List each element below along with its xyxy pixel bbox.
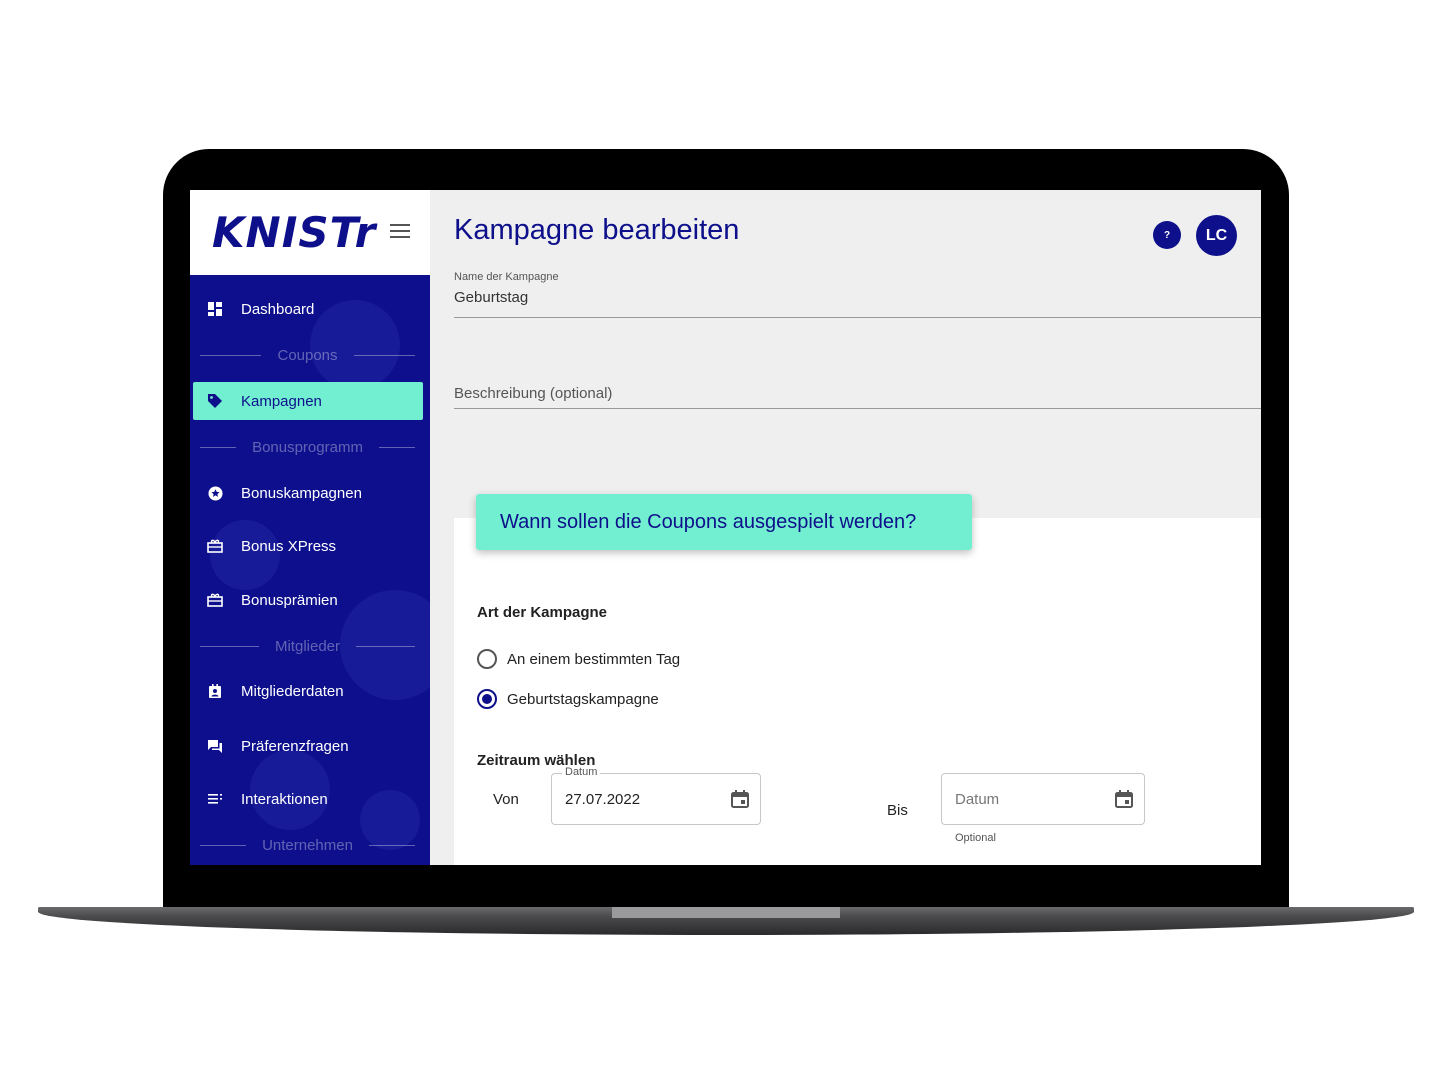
star-circle-icon [207, 485, 223, 501]
sidebar-item-praeferenzfragen[interactable]: Präferenzfragen [193, 727, 423, 765]
help-button[interactable]: ? [1153, 221, 1181, 249]
knistr-logo[interactable]: KNISTr [212, 208, 376, 257]
sidebar-section-mitglieder: Mitglieder [200, 636, 415, 656]
sidebar-section-coupons: Coupons [200, 345, 416, 365]
description-field[interactable]: Beschreibung (optional) [454, 385, 1261, 409]
sidebar-item-kampagnen[interactable]: Kampagnen [193, 382, 423, 420]
calendar-icon[interactable] [730, 789, 750, 809]
sidebar-section-label: Bonusprogramm [252, 438, 363, 456]
hamburger-menu-icon[interactable] [390, 224, 410, 240]
dashboard-icon [207, 301, 223, 317]
sidebar-item-label: Bonusprämien [241, 591, 338, 609]
sidebar-item-bonuspraemien[interactable]: Bonusprämien [193, 581, 423, 619]
sidebar-item-label: Interaktionen [241, 790, 328, 808]
from-date-input[interactable]: Datum 27.07.2022 [551, 766, 761, 825]
gift-card-icon [207, 538, 223, 554]
sidebar-section-label: Coupons [277, 346, 338, 364]
sidebar-item-label: Dashboard [241, 300, 315, 318]
sidebar-item-label: Bonuskampagnen [241, 484, 362, 502]
radio-label: Geburtstagskampagne [507, 690, 659, 708]
radio-unchecked-icon [477, 649, 497, 669]
sidebar-item-label: Mitgliederdaten [241, 682, 344, 700]
campaign-type-title: Art der Kampagne [477, 604, 608, 621]
from-date-label: Datum [562, 766, 601, 778]
chat-bubbles-icon [207, 738, 223, 754]
sidebar-item-label: Bonus XPress [241, 537, 337, 555]
sidebar-item-bonus-xpress[interactable]: Bonus XPress [193, 527, 423, 565]
sidebar-section-label: Mitglieder [274, 637, 341, 655]
tag-icon [207, 393, 223, 409]
campaign-name-field[interactable]: Name der Kampagne Geburtstag [454, 271, 1261, 318]
sidebar-section-bonusprogramm: Bonusprogramm [200, 437, 416, 457]
screen: KNISTr Dashboard Coupons Kampagnen Bonus… [190, 190, 1261, 865]
sidebar-item-dashboard[interactable]: Dashboard [193, 290, 423, 328]
brand-header: KNISTr [190, 190, 430, 275]
sidebar-section-label: Unternehmen [262, 836, 353, 854]
member-badge-icon [207, 683, 223, 699]
sidebar-item-interaktionen[interactable]: Interaktionen [193, 780, 423, 818]
page-title: Kampagne bearbeiten [454, 214, 740, 246]
campaign-name-label: Name der Kampagne [454, 271, 559, 283]
to-date-input[interactable]: Datum [941, 773, 1145, 825]
to-date-placeholder: Datum [955, 791, 1000, 808]
radio-birthday-campaign[interactable]: Geburtstagskampagne [477, 689, 659, 709]
sidebar-item-mitgliederdaten[interactable]: Mitgliederdaten [193, 672, 423, 710]
sidebar-item-label: Kampagnen [241, 392, 322, 410]
gift-card-icon [207, 592, 223, 608]
sidebar-item-bonuskampagnen[interactable]: Bonuskampagnen [193, 474, 423, 512]
to-date-hint: Optional [955, 832, 996, 844]
sidebar-section-unternehmen: Unternehmen [200, 835, 416, 855]
from-label: Von [493, 791, 519, 808]
main-content: Kampagne bearbeiten ? LC Name der Kampag… [430, 190, 1261, 865]
coupon-timing-callout: Wann sollen die Coupons ausgespielt werd… [476, 494, 972, 550]
list-icon [207, 791, 223, 807]
radio-specific-day[interactable]: An einem bestimmten Tag [477, 649, 680, 669]
campaign-name-value: Geburtstag [454, 289, 529, 306]
sidebar: KNISTr Dashboard Coupons Kampagnen Bonus… [190, 190, 430, 865]
sidebar-item-label: Präferenzfragen [241, 737, 349, 755]
radio-checked-icon [477, 689, 497, 709]
user-avatar[interactable]: LC [1196, 215, 1237, 256]
from-date-value: 27.07.2022 [565, 791, 641, 808]
description-placeholder: Beschreibung (optional) [454, 385, 613, 402]
to-label: Bis [887, 802, 908, 819]
radio-label: An einem bestimmten Tag [507, 650, 681, 668]
calendar-icon[interactable] [1114, 789, 1134, 809]
laptop-notch [612, 907, 840, 918]
